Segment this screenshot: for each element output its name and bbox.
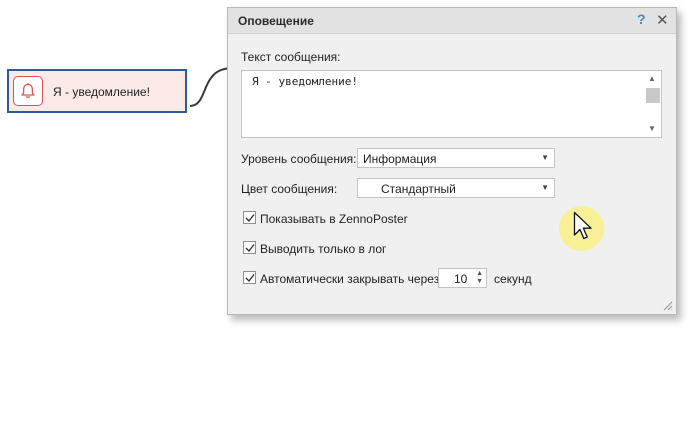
dialog-titlebar[interactable]: Оповещение ? ✕ (228, 8, 676, 34)
close-button[interactable]: ✕ (656, 11, 669, 29)
message-textarea[interactable]: Я - уведомление! ▲ ▼ (241, 70, 662, 138)
show-in-zennoposter-label[interactable]: Показывать в ZennoPoster (260, 212, 408, 226)
message-text-label: Текст сообщения: (241, 50, 341, 64)
canvas: Я - уведомление! Оповещение ? ✕ Текст со… (0, 0, 689, 442)
bell-icon (21, 83, 35, 98)
notification-action-node[interactable]: Я - уведомление! (7, 69, 187, 113)
spin-down-arrow-icon[interactable]: ▼ (476, 278, 483, 285)
auto-close-seconds-value[interactable]: 10 (454, 272, 467, 286)
message-color-label: Цвет сообщения: (241, 182, 338, 196)
notification-dialog: Оповещение ? ✕ Текст сообщения: Я - увед… (227, 7, 677, 315)
chevron-down-icon: ▼ (541, 183, 549, 192)
node-label: Я - уведомление! (53, 85, 150, 99)
chevron-down-icon: ▼ (541, 153, 549, 162)
message-color-value: Стандартный (381, 182, 456, 196)
scroll-up-arrow-icon[interactable]: ▲ (648, 74, 656, 83)
show-in-zennoposter-checkbox[interactable] (243, 211, 256, 224)
message-level-select[interactable]: Информация ▼ (357, 148, 555, 168)
auto-close-label[interactable]: Автоматически закрывать через (260, 272, 439, 286)
help-button[interactable]: ? (637, 11, 646, 27)
dialog-title: Оповещение (238, 14, 314, 28)
message-color-select[interactable]: Стандартный ▼ (357, 178, 555, 198)
scroll-down-arrow-icon[interactable]: ▼ (648, 124, 656, 133)
connector-line (189, 67, 231, 107)
log-only-checkbox[interactable] (243, 241, 256, 254)
message-scrollbar[interactable]: ▲ ▼ (644, 71, 661, 137)
node-icon-box (13, 76, 43, 106)
log-only-label[interactable]: Выводить только в лог (260, 242, 386, 256)
auto-close-checkbox[interactable] (243, 271, 256, 284)
scroll-thumb[interactable] (646, 88, 660, 103)
checkmark-icon (245, 274, 255, 283)
checkmark-icon (245, 214, 255, 223)
checkmark-icon (245, 244, 255, 253)
message-level-value: Информация (363, 152, 437, 166)
auto-close-seconds-stepper[interactable]: 10 ▲ ▼ (438, 268, 487, 288)
seconds-unit-label: секунд (494, 272, 532, 286)
spin-up-arrow-icon[interactable]: ▲ (476, 270, 483, 277)
message-level-label: Уровень сообщения: (241, 152, 357, 166)
resize-grip-icon[interactable] (661, 299, 673, 311)
message-text[interactable]: Я - уведомление! (252, 75, 358, 88)
mouse-pointer-icon (573, 211, 592, 240)
